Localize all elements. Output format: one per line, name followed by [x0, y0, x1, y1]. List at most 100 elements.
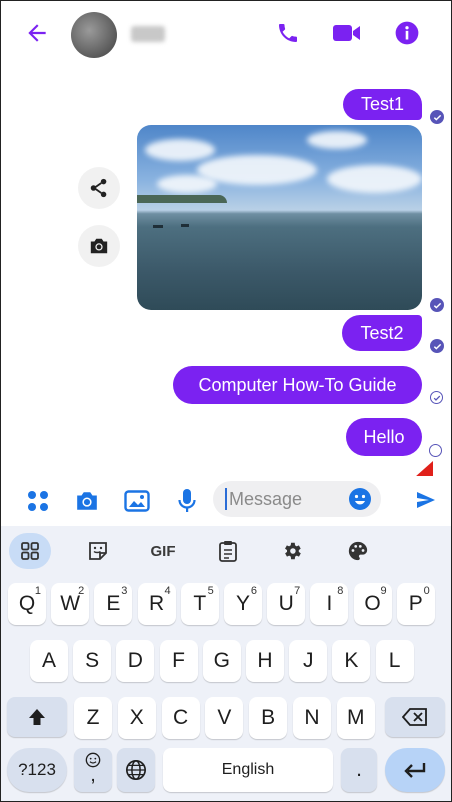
- key-hint-number: 9: [380, 585, 387, 597]
- key-hint-number: 7: [294, 585, 301, 597]
- key-w[interactable]: W2: [51, 583, 90, 625]
- key-label: B: [261, 706, 276, 729]
- text-cursor: [225, 488, 227, 510]
- key-label: F: [172, 649, 185, 672]
- message-bubble[interactable]: Test2: [342, 315, 422, 351]
- key-s[interactable]: S: [73, 640, 112, 682]
- seen-receipt-icon: [430, 298, 444, 312]
- key-hint-number: 2: [78, 585, 85, 597]
- language-key[interactable]: [117, 748, 155, 792]
- key-hint-number: 6: [250, 585, 257, 597]
- key-n[interactable]: N: [293, 697, 331, 739]
- globe-icon: [126, 760, 146, 780]
- send-button[interactable]: [411, 488, 441, 512]
- key-x[interactable]: X: [117, 697, 156, 739]
- share-button[interactable]: [78, 167, 120, 209]
- key-y[interactable]: Y6: [224, 583, 262, 625]
- message-bubble[interactable]: Hello: [346, 418, 422, 456]
- keyboard-apps-button[interactable]: [9, 533, 51, 569]
- emoji-button[interactable]: [347, 486, 373, 512]
- message-text: Test2: [360, 322, 404, 343]
- avatar[interactable]: [71, 12, 117, 58]
- backspace-icon: [402, 708, 427, 726]
- shift-key[interactable]: [7, 697, 67, 737]
- key-label: Q: [18, 592, 36, 615]
- key-o[interactable]: O9: [353, 583, 392, 625]
- video-call-button[interactable]: [330, 18, 364, 48]
- symbols-label: ?123: [18, 760, 56, 779]
- key-label: P: [408, 592, 423, 615]
- clipboard-icon: [219, 541, 237, 562]
- call-button[interactable]: [273, 18, 303, 48]
- key-c[interactable]: C: [161, 697, 200, 739]
- video-icon: [333, 25, 360, 41]
- save-photo-button[interactable]: [78, 225, 120, 267]
- back-button[interactable]: [23, 19, 51, 47]
- keyboard-settings-button[interactable]: [275, 533, 309, 569]
- share-icon: [90, 178, 107, 198]
- emoji-comma-key[interactable]: ,: [74, 748, 112, 792]
- info-button[interactable]: [392, 18, 422, 48]
- key-h[interactable]: H: [246, 640, 284, 682]
- clipboard-button[interactable]: [211, 533, 245, 569]
- key-j[interactable]: J: [289, 640, 328, 682]
- camera-icon: [77, 492, 97, 510]
- message-bubble[interactable]: Computer How-To Guide: [173, 366, 422, 404]
- key-q[interactable]: Q1: [8, 583, 46, 625]
- contact-name-blurred[interactable]: [131, 26, 165, 42]
- key-a[interactable]: A: [30, 640, 68, 682]
- camera-button[interactable]: [71, 486, 103, 516]
- key-g[interactable]: G: [202, 640, 241, 682]
- key-d[interactable]: D: [116, 640, 155, 682]
- key-f[interactable]: F: [159, 640, 198, 682]
- message-text: Computer How-To Guide: [198, 374, 397, 395]
- enter-key[interactable]: [385, 748, 445, 792]
- sticker-button[interactable]: [81, 533, 115, 569]
- message-placeholder: Message: [229, 489, 303, 509]
- key-z[interactable]: Z: [74, 697, 112, 739]
- period-key[interactable]: .: [341, 748, 377, 792]
- key-b[interactable]: B: [249, 697, 288, 739]
- key-label: O: [364, 592, 381, 615]
- on-screen-keyboard: GIF Q1W2E3R4T5Y6U7I8O9P0ASDFGHJKLZXCVBNM…: [1, 526, 451, 801]
- messenger-screen: Test1 Test2 Computer How-To Guide Hello: [0, 0, 452, 802]
- key-i[interactable]: I8: [310, 583, 349, 625]
- key-l[interactable]: L: [375, 640, 414, 682]
- symbols-key[interactable]: ?123: [7, 748, 67, 792]
- seen-receipt-icon: [430, 110, 444, 124]
- space-key[interactable]: English: [163, 748, 333, 792]
- backspace-key[interactable]: [385, 697, 445, 737]
- sticker-icon: [89, 542, 107, 560]
- gallery-button[interactable]: [121, 486, 153, 516]
- key-label: L: [388, 649, 401, 672]
- key-t[interactable]: T5: [180, 583, 219, 625]
- gif-button[interactable]: GIF: [143, 533, 183, 569]
- theme-button[interactable]: [341, 533, 375, 569]
- key-label: J: [302, 649, 314, 672]
- key-label: N: [304, 706, 320, 729]
- key-hint-number: 8: [337, 585, 344, 597]
- key-label: A: [41, 649, 56, 672]
- voice-message-button[interactable]: [172, 486, 202, 516]
- key-label: U: [278, 592, 294, 615]
- key-p[interactable]: P0: [396, 583, 435, 625]
- key-label: C: [173, 706, 189, 729]
- phone-icon: [279, 24, 297, 42]
- key-hint-number: 1: [34, 585, 41, 597]
- key-e[interactable]: E3: [94, 583, 133, 625]
- message-input[interactable]: Message: [213, 481, 381, 517]
- key-m[interactable]: M: [336, 697, 375, 739]
- key-r[interactable]: R4: [137, 583, 176, 625]
- send-icon: [417, 492, 435, 508]
- key-label: E: [106, 592, 121, 615]
- shift-arrow-icon: [29, 709, 45, 725]
- key-k[interactable]: K: [332, 640, 371, 682]
- key-label: S: [85, 649, 100, 672]
- key-label: X: [129, 706, 144, 729]
- more-actions-button[interactable]: [23, 486, 53, 516]
- key-u[interactable]: U7: [267, 583, 306, 625]
- photo-message[interactable]: [137, 125, 422, 310]
- key-v[interactable]: V: [205, 697, 244, 739]
- gear-icon: [285, 542, 301, 560]
- message-bubble[interactable]: Test1: [343, 89, 422, 120]
